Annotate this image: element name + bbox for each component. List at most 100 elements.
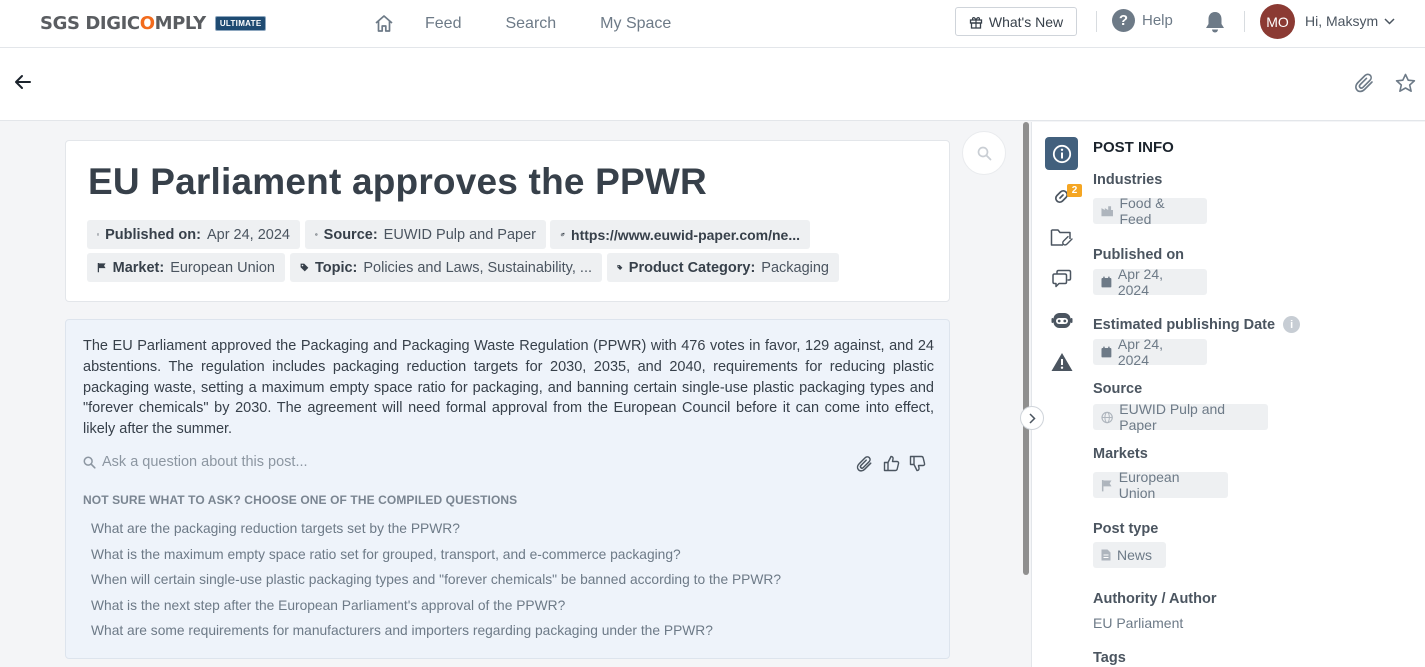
market-chip: Market: European Union [87,253,285,282]
estimated-date-label-text: Estimated publishing Date [1093,316,1276,333]
nav-feed[interactable]: Feed [425,15,461,33]
post-info-panel [1031,122,1425,667]
tab-ai-assistant[interactable] [1045,303,1078,336]
category-value: Packaging [761,259,829,276]
robot-icon [1051,312,1072,328]
link-icon [560,232,565,237]
chevron-right-icon [1028,412,1036,424]
topic-chip[interactable]: Topic: Policies and Laws, Sustainability… [290,253,602,282]
published-chip: Published on: Apr 24, 2024 [87,220,300,249]
source-label: Source [1093,381,1143,397]
calendar-icon [97,233,100,236]
attachment-icon[interactable] [1354,72,1376,99]
tags-label: Tags [1093,650,1126,666]
gift-icon [969,16,983,29]
suggested-question[interactable]: What are the packaging reduction targets… [91,519,781,545]
chevron-down-icon [1384,17,1395,25]
ask-placeholder: Ask a question about this post... [102,454,308,470]
thumbs-down-icon[interactable] [909,455,926,478]
attachment-icon[interactable] [856,455,874,478]
market-value: European Union [1118,469,1180,501]
user-menu[interactable]: Hi, Maksym [1305,13,1395,29]
author-label: Authority / Author [1093,591,1217,607]
topic-value: Policies and Laws, Sustainability, ... [363,259,592,276]
markets-label: Markets [1093,446,1148,462]
whats-new-button[interactable]: What's New [955,7,1077,36]
topic-label: Topic: [314,259,358,276]
content-scrollbar[interactable] [1023,122,1029,575]
source-value: EUWID Pulp and Paper [383,226,536,243]
suggested-questions-heading: NOT SURE WHAT TO ASK? CHOOSE ONE OF THE … [83,493,518,507]
category-chip: Product Category: Packaging [607,253,839,282]
tab-alerts[interactable] [1045,345,1078,378]
logo-text: SGS DIGICOMPLY [40,13,206,34]
info-icon[interactable]: i [1283,316,1301,333]
published-on-label: Published on [1093,247,1185,263]
warning-icon [1051,352,1072,371]
post-type-chip: News [1093,542,1166,568]
bell-icon[interactable] [1204,10,1226,39]
top-navbar: SGS DIGICOMPLY ULTIMATE Feed Search My S… [0,0,1425,48]
tab-comments[interactable] [1045,262,1078,295]
suggested-question[interactable]: When will certain single-use plastic pac… [91,570,781,596]
tab-attachments[interactable] [1045,221,1078,254]
post-type-label: Post type [1093,521,1159,537]
main-nav: Feed Search My Space [373,0,715,47]
estimated-date-label: Estimated publishing Date i [1093,316,1301,333]
ai-summary-card: The EU Parliament approved the Packaging… [65,319,950,659]
nav-search[interactable]: Search [505,15,556,33]
flag-icon [1101,479,1112,491]
post-title: EU Parliament approves the PPWR [88,161,707,202]
post-type-value: News [1117,547,1153,563]
ask-question-input[interactable]: Ask a question about this post... [83,454,308,470]
suggested-questions-list: What are the packaging reduction targets… [91,519,781,647]
search-icon [83,456,96,469]
market-label: Market: [112,259,165,276]
search-in-post-button[interactable] [962,131,1006,175]
thumbs-up-icon[interactable] [883,455,900,478]
whats-new-label: What's New [988,13,1064,30]
source-link[interactable]: https://www.euwid-paper.com/ne... [571,227,800,243]
industries-label: Industries [1093,172,1163,188]
source-chip: Source: EUWID Pulp and Paper [305,220,546,249]
related-links-count-badge: 2 [1067,184,1082,197]
back-arrow-icon[interactable] [14,74,32,95]
comments-icon [1051,269,1071,288]
tab-post-info[interactable] [1045,137,1078,170]
help-icon: ? [1112,9,1135,32]
suggested-question[interactable]: What are some requirements for manufactu… [91,621,781,647]
author-value: EU Parliament [1093,615,1184,631]
help-button[interactable]: ? Help [1112,9,1173,32]
folder-attachment-icon [1050,228,1073,246]
flag-icon [97,263,106,273]
post-summary: The EU Parliament approved the Packaging… [83,338,934,438]
nav-my-space[interactable]: My Space [600,15,671,33]
post-info-title: POST INFO [1093,139,1174,156]
suggested-question[interactable]: What is the maximum empty space ratio se… [91,545,781,571]
post-header-card: EU Parliament approves the PPWR Publishe… [65,140,950,302]
logo[interactable]: SGS DIGICOMPLY ULTIMATE [40,13,267,34]
tag-icon [617,264,623,271]
published-on-chip: Apr 24, 2024 [1093,266,1207,298]
published-on-value: Apr 24, 2024 [1117,266,1163,298]
help-label: Help [1142,12,1173,29]
industry-value: Food & Feed [1119,195,1165,227]
avatar[interactable]: MO [1260,4,1295,39]
source-label: Source: [323,226,378,243]
ask-actions [856,455,926,478]
home-icon[interactable] [373,13,395,35]
source-chip: EUWID Pulp and Paper [1093,401,1268,433]
star-icon[interactable] [1395,73,1416,98]
globe-icon [315,233,318,236]
published-label: Published on: [105,226,201,243]
logo-badge: ULTIMATE [214,16,267,31]
collapse-panel-button[interactable] [1020,406,1044,430]
suggested-question[interactable]: What is the next step after the European… [91,596,781,622]
published-value: Apr 24, 2024 [206,226,290,243]
estimated-date-chip: Apr 24, 2024 [1093,336,1207,368]
source-value: EUWID Pulp and Paper [1119,401,1226,433]
user-greeting: Hi, Maksym [1305,13,1379,29]
globe-icon [1101,411,1113,423]
search-icon [977,146,991,160]
source-link-chip[interactable]: https://www.euwid-paper.com/ne... [550,220,810,249]
